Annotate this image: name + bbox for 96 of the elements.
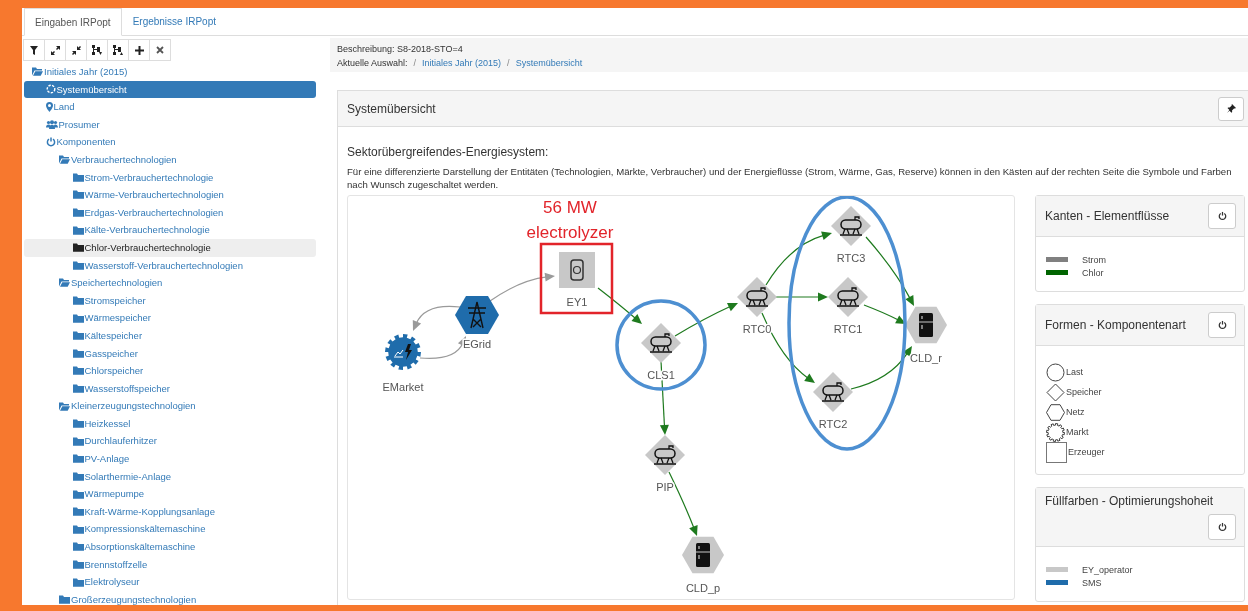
breadcrumb-separator: /: [507, 57, 510, 70]
remove-button[interactable]: [149, 39, 171, 61]
tree-item[interactable]: Chlor-Verbrauchertechnologie: [24, 238, 316, 257]
tab[interactable]: Ergebnisse IRPopt: [121, 8, 227, 35]
diamond-icon: [1046, 382, 1065, 402]
description-paragraph: Für eine differenzierte Darstellung der Entitäten (Technologien, Märkte, Verbraucher) und der Energieflüsse (Strom, Wärme, Gas, Reserve) können in den Kästen auf der rechten Seite die Symbole und Farben nach Wunsch zugeschaltet werden.: [347, 165, 1233, 191]
collapse-icon: [71, 45, 81, 55]
filter-button[interactable]: [23, 39, 45, 61]
hexagon-icon: [1046, 402, 1065, 422]
tree-item[interactable]: Initiales Jahr (2015): [24, 63, 316, 81]
node-label: EGrid: [462, 338, 492, 350]
tree-item[interactable]: Chlorspeicher: [24, 362, 316, 380]
tree-item[interactable]: Wärmepumpe: [24, 485, 316, 503]
legend-label: Markt: [1066, 427, 1089, 437]
breadcrumb-link[interactable]: Initiales Jahr (2015): [422, 56, 502, 70]
tree-item[interactable]: Kraft-Wärme-Kopplungsanlage: [24, 502, 316, 521]
tree-item[interactable]: Wärmespeicher: [24, 309, 316, 327]
tree-item[interactable]: PV-Anlage: [24, 450, 316, 468]
tree-item[interactable]: Erdgas-Verbrauchertechnologien: [24, 203, 316, 222]
tree-item[interactable]: Speichertechnologien: [24, 274, 316, 292]
tree-item[interactable]: Großerzeugungstechnologien: [24, 590, 316, 605]
tree-up-button[interactable]: [107, 39, 129, 61]
plus-icon: [134, 45, 144, 55]
pin-icon: [1226, 104, 1236, 113]
legend-label: EY_operator: [1082, 564, 1133, 575]
node-label: RTC2: [818, 418, 848, 430]
legend-title: Kanten - Elementflüsse: [1045, 209, 1170, 223]
node-label: PIP: [656, 481, 674, 493]
panel-title: Systemübersicht: [347, 101, 436, 116]
tree-item[interactable]: Solarthermie-Anlage: [24, 467, 316, 486]
legend-label: Netz: [1066, 407, 1085, 417]
tab[interactable]: Eingaben IRPopt: [24, 8, 122, 36]
node-label: EMarket: [382, 381, 424, 393]
breadcrumb-link[interactable]: Systemübersicht: [515, 56, 583, 70]
node-label: CLD_r: [910, 352, 942, 364]
tree-down-button[interactable]: [86, 39, 108, 61]
legend-label: Chlor: [1082, 267, 1104, 278]
expand-button[interactable]: [44, 39, 66, 61]
close-icon: [156, 46, 164, 54]
pin-button[interactable]: [1218, 96, 1244, 121]
toggle-button[interactable]: [1208, 203, 1236, 229]
tree-item[interactable]: Strom-Verbrauchertechnologie: [24, 168, 316, 187]
tree-item[interactable]: Prosumer: [24, 115, 316, 134]
tree-item[interactable]: Systemübersicht: [24, 80, 316, 99]
node-label: CLD_p: [685, 582, 721, 594]
legend-label: Strom: [1082, 254, 1106, 265]
hierarchy-icon: [113, 45, 123, 55]
gear-icon: [1046, 422, 1065, 442]
toggle-button[interactable]: [1208, 312, 1236, 338]
annotation-text: electrolyzer: [526, 223, 614, 242]
tree-item[interactable]: Stromspeicher: [24, 291, 316, 310]
tree-item[interactable]: Kältespeicher: [24, 326, 316, 345]
square-icon: [1046, 441, 1067, 463]
tree-item[interactable]: Komponenten: [24, 133, 316, 151]
power-icon: [1217, 320, 1227, 330]
node-label: EY1: [566, 296, 588, 308]
tree-item[interactable]: Land: [24, 98, 316, 116]
tree-item[interactable]: Elektrolyseur: [24, 573, 316, 591]
add-button[interactable]: [128, 39, 150, 61]
tree-item[interactable]: Absorptionskältemaschine: [24, 538, 316, 556]
toggle-button[interactable]: [1208, 514, 1236, 540]
pin-icon: [45, 102, 53, 112]
tree-item[interactable]: Kälte-Verbrauchertechnologie: [24, 221, 316, 239]
collapse-button[interactable]: [65, 39, 87, 61]
tree-item[interactable]: Wärme-Verbrauchertechnologien: [24, 186, 316, 204]
legend-title: Füllfarben - Optimierungshoheit: [1045, 494, 1214, 508]
node-label: RTC1: [833, 323, 863, 335]
circle-icon: [1046, 362, 1065, 382]
tree-item[interactable]: Verbrauchertechnologien: [24, 150, 316, 169]
power-icon: [1217, 522, 1227, 532]
tree-item[interactable]: Wasserstoff-Verbrauchertechnologien: [24, 256, 316, 275]
tree-item[interactable]: Wasserstoffspeicher: [24, 379, 316, 398]
annotation-text: 56 MW: [543, 198, 597, 217]
tree-item[interactable]: Gasspeicher: [24, 344, 316, 363]
section-heading: Sektorübergreifendes-Energiesystem:: [347, 145, 550, 159]
selection-label: Aktuelle Auswahl:: [337, 57, 408, 70]
legend-label: Speicher: [1066, 387, 1102, 397]
legend-title: Formen - Komponentenart: [1045, 318, 1186, 332]
description-text: Beschreibung: S8-2018-STO=4: [337, 43, 464, 56]
legend-label: SMS: [1082, 577, 1102, 588]
node-label: RTC3: [836, 252, 866, 264]
tree-item[interactable]: Heizkessel: [24, 414, 316, 433]
tree-item[interactable]: Kleinerzeugungstechnologien: [24, 397, 316, 415]
sync-icon: [45, 84, 56, 95]
tree-item[interactable]: Brennstoffzelle: [24, 555, 316, 574]
tree-item[interactable]: Kompressionskältemaschine: [24, 520, 316, 539]
tree-item[interactable]: Durchlauferhitzer: [24, 432, 316, 451]
filter-icon: [30, 45, 38, 55]
hierarchy-icon: [92, 45, 102, 55]
power-icon: [1217, 211, 1227, 221]
legend-label: Last: [1066, 367, 1083, 377]
users-icon: [45, 120, 58, 130]
power-icon: [45, 137, 56, 148]
breadcrumb-separator: /: [413, 57, 417, 70]
expand-icon: [50, 45, 60, 55]
legend-label: Erzeuger: [1068, 447, 1105, 457]
